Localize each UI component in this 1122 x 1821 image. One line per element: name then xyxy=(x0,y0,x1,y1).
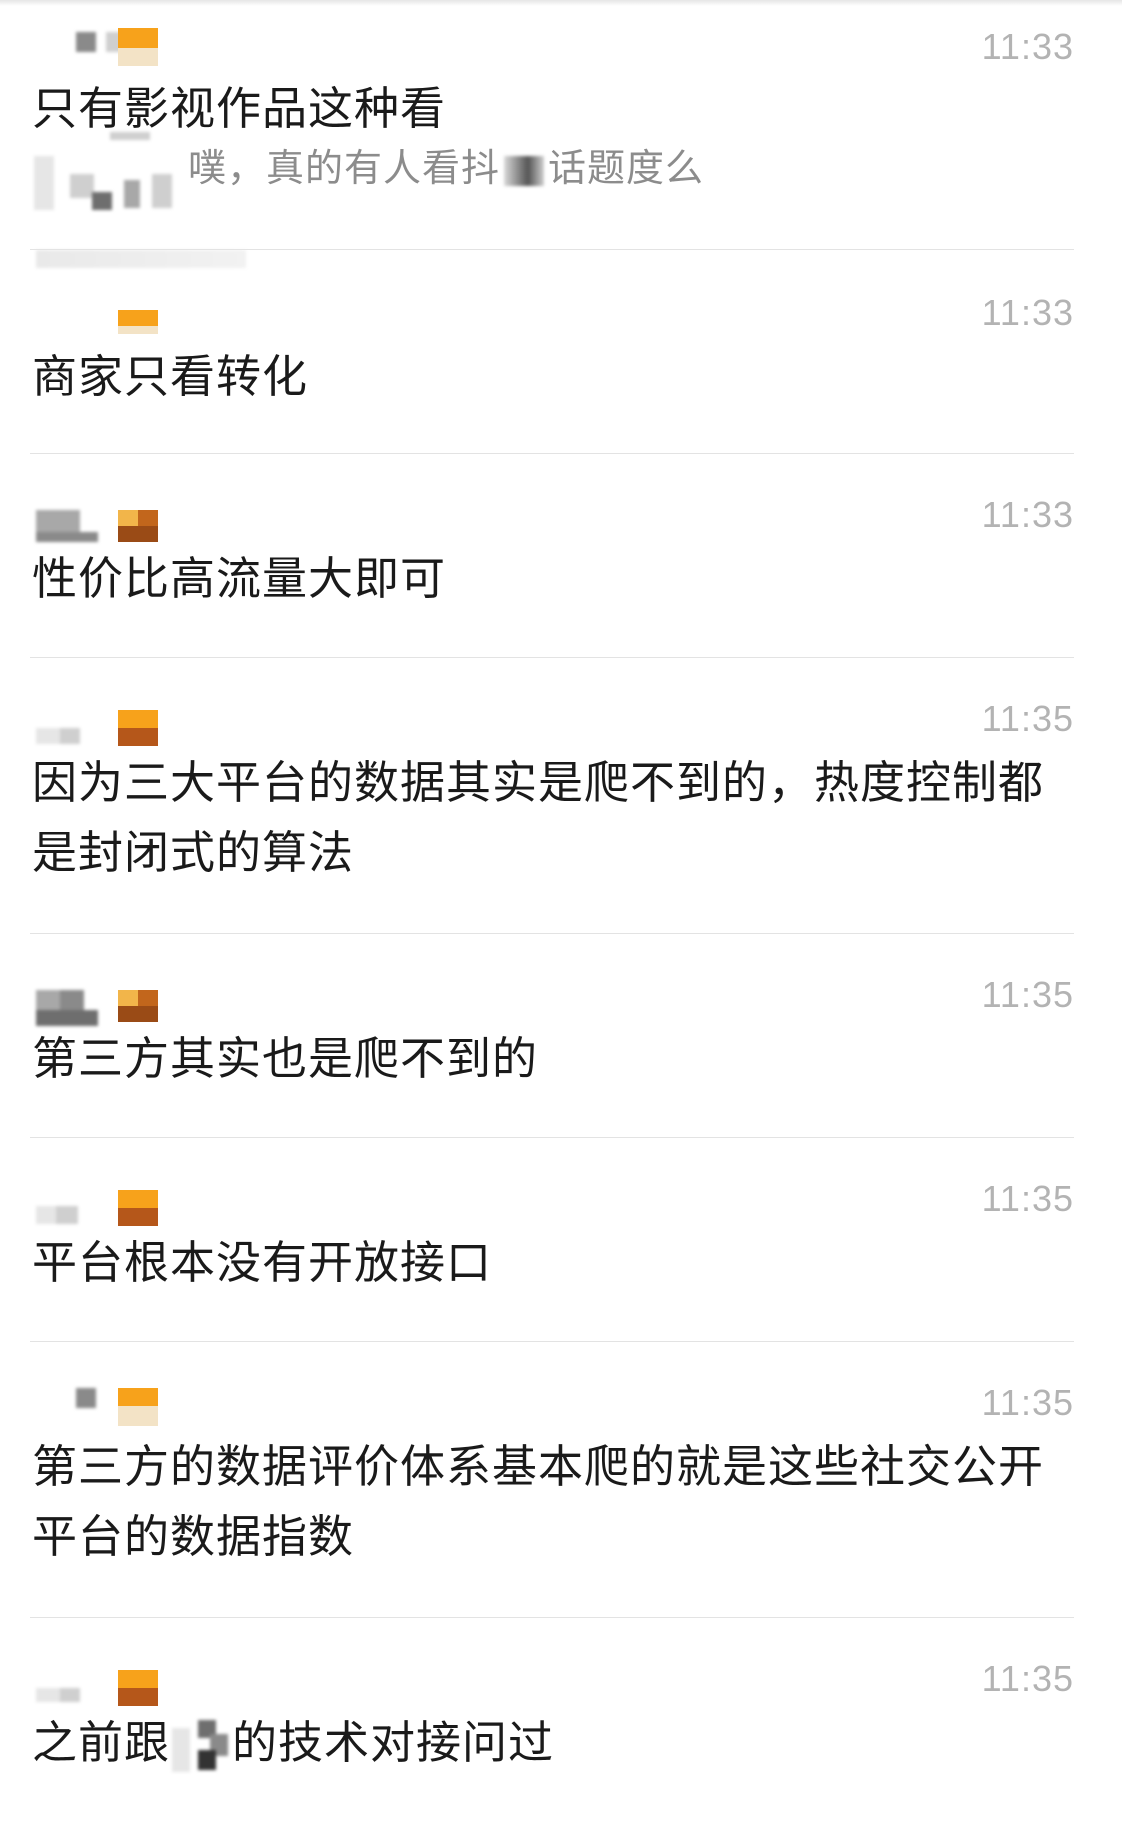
message-text: 商家只看转化 xyxy=(32,350,309,403)
message-text: 性价比高流量大即可 xyxy=(32,552,447,605)
message-time: 11:35 xyxy=(981,698,1074,739)
message-time: 11:35 xyxy=(981,1382,1074,1423)
quoted-text-end: 话题度么 xyxy=(548,146,705,190)
quoted-message: 噗，真的有人看抖 话题度么 xyxy=(188,140,704,196)
message-time: 11:33 xyxy=(981,292,1074,333)
quoted-text-start: 噗，真的有人看抖 xyxy=(188,146,501,190)
message-text: 只有影视作品这种看 xyxy=(32,82,447,135)
message-item[interactable]: 11:33 商家只看转化 xyxy=(0,250,1122,454)
message-text-end: 的技术对接问过 xyxy=(232,1716,555,1769)
message-time: 11:35 xyxy=(981,1658,1074,1699)
message-item[interactable]: 11:35 第三方的数据评价体系基本爬的就是这些社交公开平台的数据指数 xyxy=(0,1342,1122,1618)
quoted-text-redacted xyxy=(504,155,545,186)
redacted-text-mosaic xyxy=(172,1720,232,1772)
message-time: 11:35 xyxy=(981,1178,1074,1219)
message-item[interactable]: 11:33 只有影视作品这种看 噗，真的有人看抖 话题度么 xyxy=(0,0,1122,268)
message-time: 11:33 xyxy=(981,494,1074,535)
message-text: 第三方其实也是爬不到的 xyxy=(32,1032,539,1085)
message-text-start: 之前跟 xyxy=(32,1716,171,1769)
message-text: 平台根本没有开放接口 xyxy=(32,1236,493,1289)
message-item[interactable]: 11:35 因为三大平台的数据其实是爬不到的，热度控制都是封闭式的算法 xyxy=(0,658,1122,934)
message-item[interactable]: 11:35 之前跟 的技术对接问过 xyxy=(0,1618,1122,1821)
message-item[interactable]: 11:35 平台根本没有开放接口 xyxy=(0,1138,1122,1342)
message-item[interactable]: 11:33 性价比高流量大即可 xyxy=(0,454,1122,658)
message-time: 11:35 xyxy=(981,974,1074,1015)
message-item[interactable]: 11:35 第三方其实也是爬不到的 xyxy=(0,934,1122,1138)
message-text: 之前跟 的技术对接问过 xyxy=(32,1708,1082,1778)
message-text: 第三方的数据评价体系基本爬的就是这些社交公开平台的数据指数 xyxy=(32,1440,1045,1563)
message-text: 因为三大平台的数据其实是爬不到的，热度控制都是封闭式的算法 xyxy=(32,756,1045,879)
message-time: 11:33 xyxy=(981,26,1074,67)
